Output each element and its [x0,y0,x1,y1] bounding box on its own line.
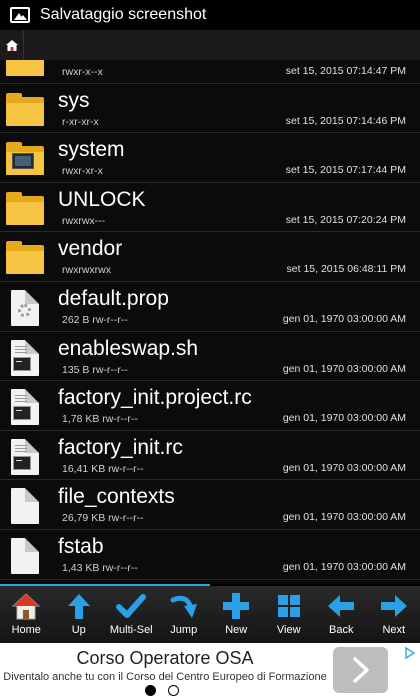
home-label: Home [11,624,41,636]
ad-banner[interactable]: Corso Operatore OSA Diventalo anche tu c… [0,643,420,700]
carousel-dot[interactable] [168,685,179,696]
ad-title: Corso Operatore OSA [76,648,254,668]
jump-label: Jump [170,624,198,636]
file-date: set 15, 2015 07:17:44 PM [285,164,406,177]
file-meta: rwxrwxrwx [62,264,111,277]
list-item[interactable]: fstab 1,43 KB rw-r--r-- gen 01, 1970 03:… [0,530,420,580]
plus-icon [223,593,250,619]
system-folder-icon [6,141,46,176]
list-item[interactable]: rwxr-x--x set 15, 2015 07:14:47 PM [0,60,420,84]
ad-choices-icon[interactable] [404,647,416,659]
home-icon [11,593,41,620]
script-file-icon [6,389,46,426]
file-date: gen 01, 1970 03:00:00 AM [282,312,406,325]
list-item[interactable]: factory_init.rc 16,41 KB rw-r--r-- gen 0… [0,431,420,481]
blank-file-icon [6,537,46,574]
list-item[interactable]: default.prop 262 B rw-r--r-- gen 01, 197… [0,282,420,332]
settings-file-icon [6,289,46,326]
multi-select-label: Multi-Sel [109,624,153,636]
status-bar: Salvataggio screenshot [0,0,420,30]
file-date: set 15, 2015 07:14:46 PM [285,114,406,127]
list-item[interactable]: enableswap.sh 135 B rw-r--r-- gen 01, 19… [0,332,420,382]
file-name: vendor [58,237,123,261]
up-button[interactable]: Up [53,586,106,643]
file-meta: 135 B rw-r--r-- [62,363,128,376]
notification-title: Salvataggio screenshot [40,6,207,23]
file-date: gen 01, 1970 03:00:00 AM [282,362,406,375]
view-button[interactable]: View [263,586,316,643]
list-item[interactable]: vendor rwxrwxrwx set 15, 2015 06:48:11 P… [0,232,420,282]
screenshot-icon [10,7,30,23]
checkmark-icon [116,594,147,618]
file-meta: 26,79 KB rw-r--r-- [62,512,144,525]
file-date: set 15, 2015 06:48:11 PM [286,263,406,276]
script-file-icon [6,438,46,475]
view-label: View [276,624,301,636]
home-icon [5,39,18,51]
grid-view-icon [277,595,300,617]
file-meta: rwxr-xr-x [62,165,103,178]
file-meta: 262 B rw-r--r-- [62,313,128,326]
ad-next-button[interactable] [333,647,388,693]
arrow-up-icon [67,594,90,619]
file-name: sys [58,88,90,112]
back-label: Back [329,624,354,636]
file-name: system [58,138,125,162]
bottom-toolbar: Home Up Multi-Sel Jump New View Back Nex… [0,586,420,643]
new-label: New [225,624,248,636]
back-button[interactable]: Back [315,586,368,643]
home-button[interactable]: Home [0,586,53,643]
file-date: set 15, 2015 07:14:47 PM [285,65,406,77]
list-item[interactable]: UNLOCK rwxrwx--- set 15, 2015 07:20:24 P… [0,183,420,233]
list-item[interactable]: sys r-xr-xr-x set 15, 2015 07:14:46 PM [0,84,420,134]
file-meta: 1,78 KB rw-r--r-- [62,413,138,426]
file-name: factory_init.rc [58,435,183,459]
arrow-right-icon [380,595,407,617]
list-item[interactable]: factory_init.project.rc 1,78 KB rw-r--r-… [0,381,420,431]
file-date: gen 01, 1970 03:00:00 AM [282,511,406,524]
arrow-left-icon [328,595,355,617]
file-date: gen 01, 1970 03:00:00 AM [282,461,406,474]
folder-icon [6,92,46,126]
chevron-right-icon [352,657,369,683]
file-name: fstab [58,534,104,558]
multi-select-button[interactable]: Multi-Sel [105,586,158,643]
file-list[interactable]: rwxr-x--x set 15, 2015 07:14:47 PM sys r… [0,60,420,584]
jump-arrow-icon [170,595,197,618]
file-meta: 16,41 KB rw-r--r-- [62,462,144,475]
file-date: set 15, 2015 07:20:24 PM [285,213,406,226]
file-meta: r-xr-xr-x [62,115,99,128]
carousel-dot-active[interactable] [145,685,156,696]
breadcrumb-home[interactable] [0,30,24,60]
file-name: UNLOCK [58,187,146,211]
file-name: enableswap.sh [58,336,199,360]
list-item[interactable]: file_contexts 26,79 KB rw-r--r-- gen 01,… [0,480,420,530]
file-name: file_contexts [58,485,175,509]
folder-icon [6,60,46,76]
file-date: gen 01, 1970 03:00:00 AM [282,560,406,573]
new-button[interactable]: New [210,586,263,643]
blank-file-icon [6,488,46,525]
list-item[interactable]: system rwxr-xr-x set 15, 2015 07:17:44 P… [0,133,420,183]
file-meta: 1,43 KB rw-r--r-- [62,561,138,574]
ad-subtitle: Diventalo anche tu con il Corso del Cent… [3,671,327,683]
carousel-dots [145,685,179,696]
folder-icon [6,240,46,275]
file-date: gen 01, 1970 03:00:00 AM [282,412,406,425]
file-meta: rwxr-x--x [62,66,103,78]
file-meta: rwxrwx--- [62,214,106,227]
up-label: Up [71,624,86,636]
next-label: Next [382,624,406,636]
next-button[interactable]: Next [368,586,420,643]
path-bar [0,30,420,60]
script-file-icon [6,339,46,376]
file-name: factory_init.project.rc [58,386,252,410]
jump-button[interactable]: Jump [158,586,211,643]
folder-icon [6,191,46,225]
file-name: default.prop [58,286,169,310]
